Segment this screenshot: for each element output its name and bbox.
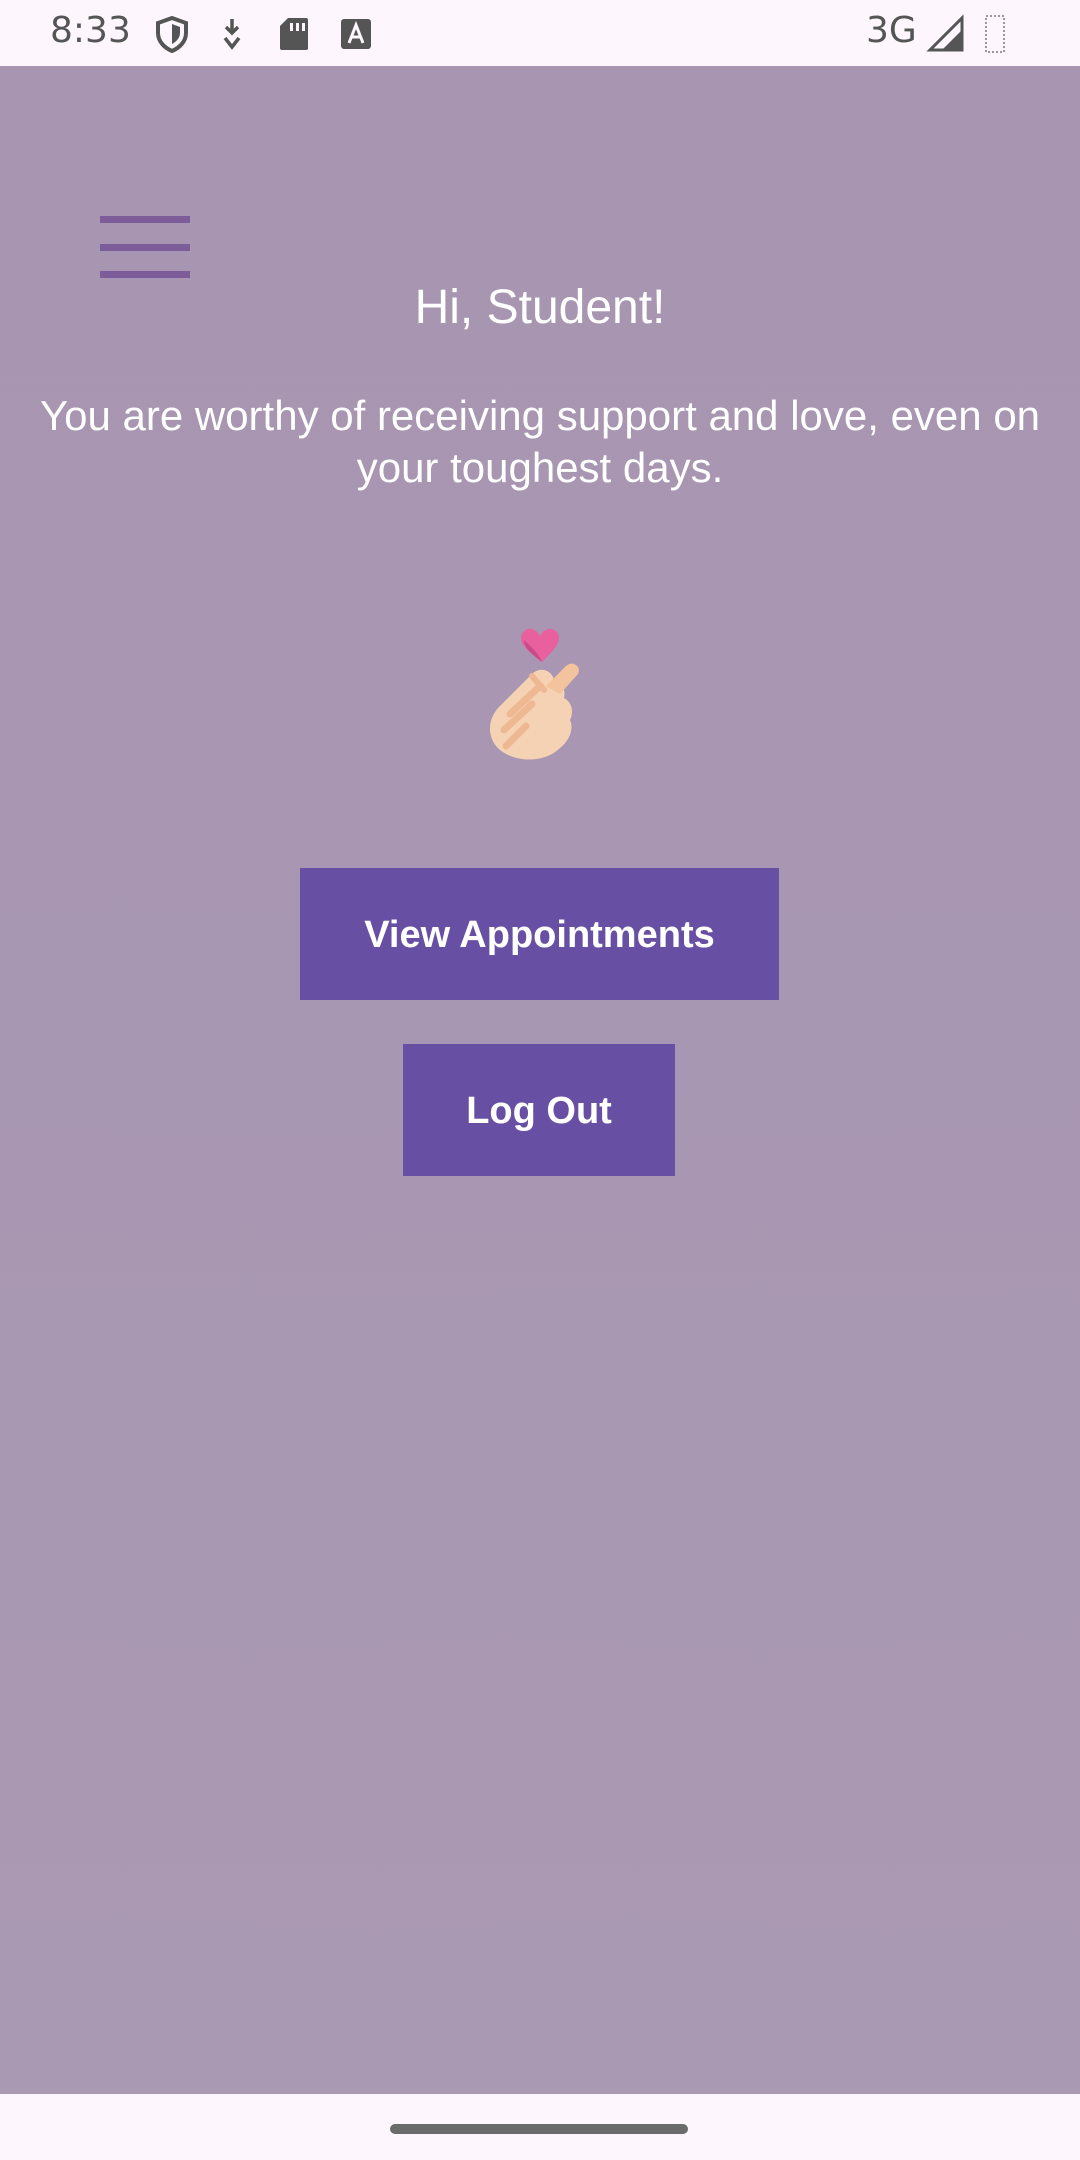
battery-icon: [976, 14, 1016, 54]
status-bar: 8:33 3G: [0, 0, 1080, 66]
home-gesture-handle[interactable]: [390, 2124, 688, 2134]
view-appointments-button[interactable]: View Appointments: [300, 868, 779, 1000]
network-type: 3G: [866, 10, 917, 51]
download-icon: [212, 14, 252, 54]
affirmation-text: You are worthy of receiving support and …: [39, 392, 1041, 491]
sd-card-icon: [274, 14, 314, 54]
log-out-button[interactable]: Log Out: [403, 1044, 675, 1176]
shield-icon: [152, 14, 192, 54]
finger-heart-icon: [470, 590, 610, 780]
font-a-icon: [336, 14, 376, 54]
greeting-title: Hi, Student!: [414, 281, 666, 334]
status-time: 8:33: [50, 10, 131, 51]
signal-icon: [926, 14, 966, 54]
navigation-bar: [0, 2094, 1080, 2160]
hamburger-menu-icon[interactable]: [100, 216, 190, 280]
